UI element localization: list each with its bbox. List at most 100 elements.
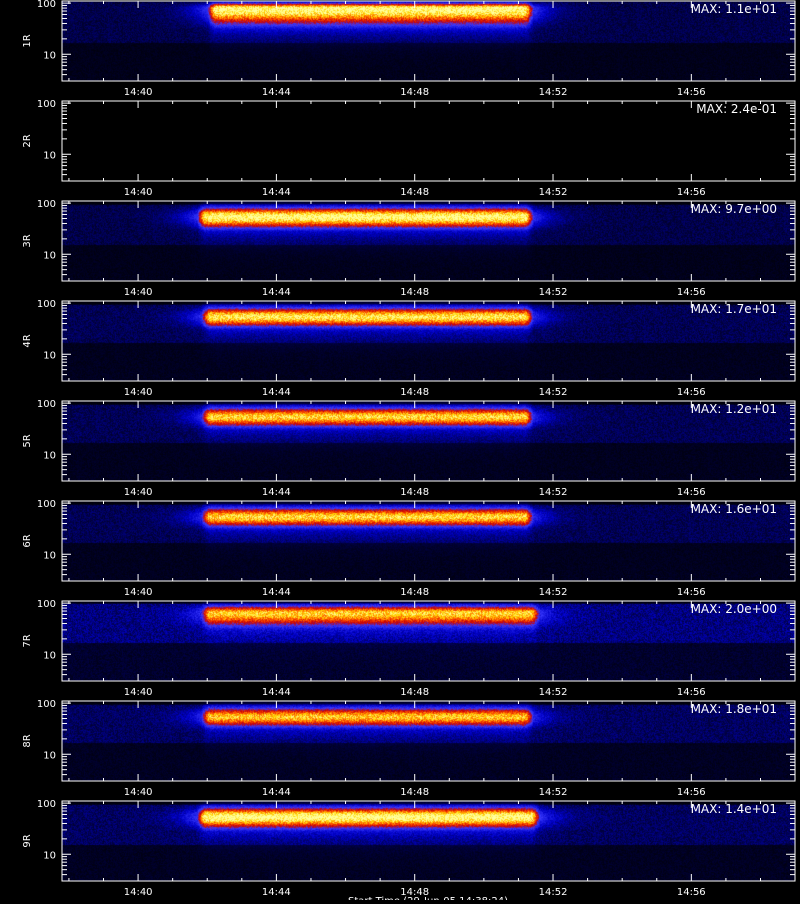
x-tick-label: 14:40 <box>124 687 153 698</box>
x-axis-title: Start Time (29-Jun-05 14:38:24) <box>348 896 508 900</box>
y-tick-label: 10 <box>43 50 56 61</box>
x-tick-label: 14:52 <box>539 187 568 198</box>
x-tick-label: 14:40 <box>124 187 153 198</box>
x-tick-label: 14:40 <box>124 287 153 298</box>
x-tick-label: 14:48 <box>400 587 429 598</box>
panel-label: 2R <box>22 134 33 147</box>
y-tick-label: 10 <box>43 650 56 661</box>
spectrogram-image <box>62 501 795 581</box>
x-tick-label: 14:56 <box>677 487 706 498</box>
y-tick-label: 100 <box>37 599 56 610</box>
spectrogram-image <box>62 301 795 381</box>
panel-6R: 10 100 14:40 14:44 14:48 14:52 14:56 6R MAX: 1.6… <box>22 499 796 598</box>
max-annotation: MAX: 1.6e+01 <box>691 502 777 516</box>
panel-3R: 10 100 14:40 14:44 14:48 14:52 14:56 3R MAX: 9.7… <box>22 199 796 298</box>
panel-label: 1R <box>22 34 33 47</box>
max-annotation: MAX: 1.1e+01 <box>691 2 777 16</box>
spectrogram-image <box>62 701 795 781</box>
panel-1R: 10 100 14:40 14:44 14:48 14:52 14:56 1R MAX: 1.1… <box>22 0 796 98</box>
x-tick-label: 14:48 <box>400 87 429 98</box>
x-tick-label: 14:44 <box>262 287 291 298</box>
max-annotation: MAX: 2.0e+00 <box>691 602 777 616</box>
max-annotation: MAX: 9.7e+00 <box>691 202 777 216</box>
y-tick-label: 100 <box>37 699 56 710</box>
y-tick-label: 100 <box>37 799 56 810</box>
y-tick-label: 10 <box>43 450 56 461</box>
x-tick-label: 14:40 <box>124 87 153 98</box>
y-tick-label: 100 <box>37 99 56 110</box>
y-tick-label: 10 <box>43 750 56 761</box>
panel-label: 8R <box>22 734 33 747</box>
panel-8R: 10 100 14:40 14:44 14:48 14:52 14:56 8R MAX: 1.8… <box>22 699 796 798</box>
panel-2R: 10 100 14:40 14:44 14:48 14:52 14:56 2R MAX: 2.4… <box>22 99 796 198</box>
x-tick-label: 14:40 <box>124 787 153 798</box>
y-tick-label: 10 <box>43 550 56 561</box>
x-tick-label: 14:56 <box>677 387 706 398</box>
max-annotation: MAX: 1.7e+01 <box>691 302 777 316</box>
x-tick-label: 14:52 <box>539 487 568 498</box>
y-tick-label: 100 <box>37 399 56 410</box>
x-tick-label: 14:48 <box>400 687 429 698</box>
y-tick-label: 100 <box>37 299 56 310</box>
x-tick-label: 14:48 <box>400 387 429 398</box>
max-annotation: MAX: 2.4e-01 <box>696 102 777 116</box>
x-tick-label: 14:56 <box>677 787 706 798</box>
spectrogram-image <box>62 801 795 881</box>
spectrogram-figure: 10 100 14:40 14:44 14:48 14:52 14:56 1R MAX: 1.1… <box>0 0 800 904</box>
panel-9R: 1010014:40 14:44 14:48 14:52 14:569RMAX: 1.4… <box>22 799 796 898</box>
x-tick-label: 14:44 <box>262 187 291 198</box>
x-tick-label: 14:56 <box>677 587 706 598</box>
panel-label: 5R <box>22 434 33 447</box>
x-tick-label: 14:52 <box>539 87 568 98</box>
x-tick-label: 14:48 <box>400 187 429 198</box>
panel-4R: 10 100 14:40 14:44 14:48 14:52 14:56 4R MAX: 1.7… <box>22 299 796 398</box>
panel-label: 4R <box>22 334 33 347</box>
y-tick-label: 100 <box>37 0 56 10</box>
y-tick-label: 100 <box>37 199 56 210</box>
x-tick-label: 14:40 <box>124 387 153 398</box>
panel-label: 7R <box>22 634 33 647</box>
x-tick-label: 14:56 <box>677 887 706 898</box>
x-tick-label: 14:44 <box>262 487 291 498</box>
x-tick-label: 14:44 <box>262 587 291 598</box>
x-tick-label: 14:40 <box>124 887 153 898</box>
x-tick-label: 14:52 <box>539 287 568 298</box>
y-tick-label: 100 <box>37 499 56 510</box>
panel-label: 9R <box>22 834 33 847</box>
x-tick-label: 14:52 <box>539 387 568 398</box>
spectrogram-image <box>62 101 795 181</box>
x-tick-label: 14:56 <box>677 187 706 198</box>
spectrogram-image <box>62 201 795 281</box>
panel-7R: 10 100 14:40 14:44 14:48 14:52 14:56 7R MAX: 2.0… <box>22 599 796 698</box>
x-tick-label: 14:44 <box>262 87 291 98</box>
x-tick-label: 14:48 <box>400 787 429 798</box>
x-tick-label: 14:52 <box>539 887 568 898</box>
x-tick-label: 14:44 <box>262 387 291 398</box>
spectrogram-image <box>62 1 795 81</box>
x-tick-label: 14:56 <box>677 287 706 298</box>
x-tick-label: 14:52 <box>539 587 568 598</box>
y-tick-label: 10 <box>43 250 56 261</box>
x-tick-label: 14:44 <box>262 687 291 698</box>
spectrogram-panels: 10 100 14:40 14:44 14:48 14:52 14:56 1R MAX: 1.1… <box>22 0 796 904</box>
x-tick-label: 14:48 <box>400 487 429 498</box>
x-tick-label: 14:56 <box>677 87 706 98</box>
y-tick-label: 10 <box>43 350 56 361</box>
x-tick-label: 14:44 <box>262 787 291 798</box>
spectrogram-image <box>62 601 795 681</box>
x-tick-label: 14:44 <box>262 887 291 898</box>
max-annotation: MAX: 1.2e+01 <box>691 402 777 416</box>
panel-label: 6R <box>22 534 33 547</box>
y-tick-label: 10 <box>43 150 56 161</box>
x-tick-label: 14:52 <box>539 787 568 798</box>
y-tick-label: 10 <box>43 850 56 861</box>
x-tick-label: 14:52 <box>539 687 568 698</box>
panel-5R: 10 100 14:40 14:44 14:48 14:52 14:56 5R MAX: 1.2… <box>22 399 796 498</box>
x-tick-label: 14:48 <box>400 287 429 298</box>
max-annotation: MAX: 1.8e+01 <box>691 702 777 716</box>
x-tick-label: 14:56 <box>677 687 706 698</box>
max-annotation: MAX: 1.4e+01 <box>691 802 777 816</box>
spectrogram-image <box>62 401 795 481</box>
x-tick-label: 14:40 <box>124 487 153 498</box>
panel-label: 3R <box>22 234 33 247</box>
